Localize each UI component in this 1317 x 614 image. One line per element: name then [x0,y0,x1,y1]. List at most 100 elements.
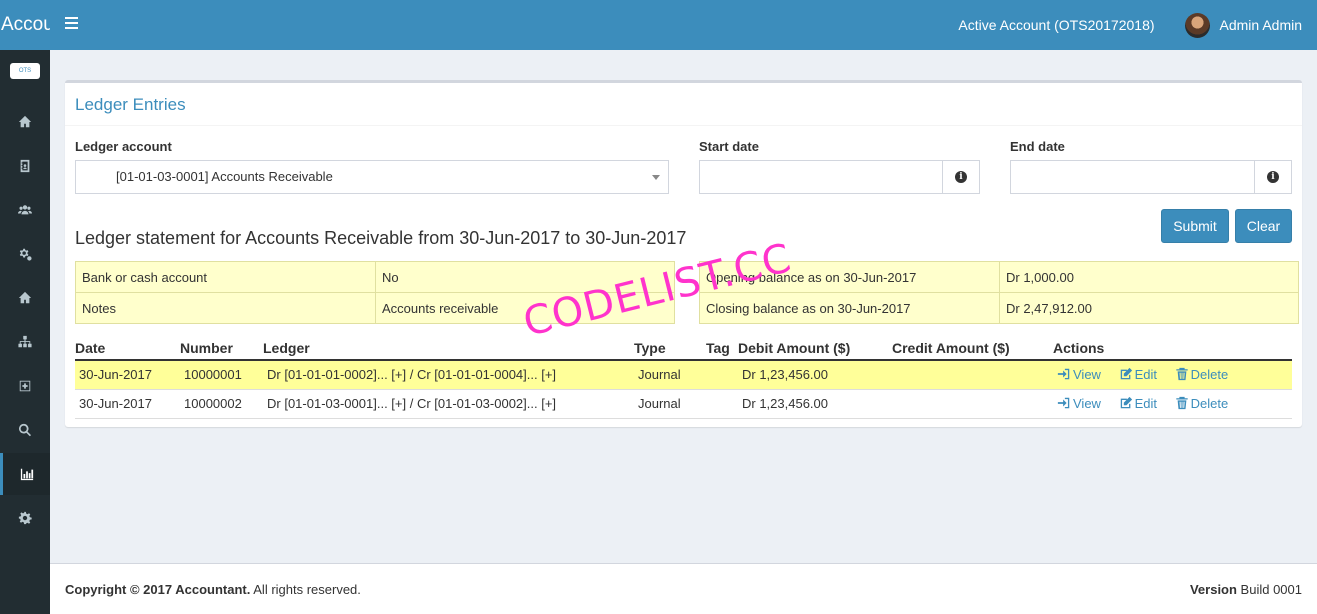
cell-ledger[interactable]: Dr [01-01-01-0002]... [+] / Cr [01-01-01… [263,360,634,390]
sidebar-item-add[interactable] [0,365,50,407]
summary-label: Closing balance as on 30-Jun-2017 [699,292,1000,324]
app-brand[interactable]: Accountant [0,0,50,50]
cell-type: Journal [634,360,706,390]
delete-link[interactable]: Delete [1175,396,1229,411]
sidebar-item-search[interactable] [0,409,50,451]
company-logo: OTS [10,63,40,79]
home-icon [18,115,32,128]
chevron-down-icon [652,175,660,180]
search-icon [19,423,32,437]
cell-tag [706,360,738,390]
table-row[interactable]: 30-Jun-2017 10000002 Dr [01-01-03-0001].… [75,389,1292,419]
delete-link[interactable]: Delete [1175,367,1229,383]
edit-link[interactable]: Edit [1119,367,1157,382]
navbar-right: Active Account (OTS20172018) Admin Admin [958,0,1302,50]
delete-label: Delete [1190,396,1229,411]
statement-title: Ledger statement for Accounts Receivable… [75,228,687,248]
column-header-ledger: Ledger [263,335,634,361]
trash-icon [1175,368,1188,381]
cell-credit [892,389,1053,419]
cell-credit [892,360,1053,390]
view-label: View [1073,367,1101,383]
version-rest: Build 0001 [1236,582,1302,597]
delete-label: Delete [1190,367,1229,383]
summary-label: Bank or cash account [75,261,376,293]
sidebar-item-settings[interactable] [0,497,50,539]
info-icon: i [1267,171,1279,183]
ledger-entries-box: Ledger Entries Ledger account [01-01-03-… [65,80,1302,427]
plus-square-icon [19,380,31,392]
column-header-date: Date [75,335,180,361]
summary-value: Dr 1,000.00 [999,261,1299,293]
summary-value: Dr 2,47,912.00 [999,292,1299,324]
cell-actions: View Edit Delete [1053,360,1292,390]
footer: Copyright © 2017 Accountant. All rights … [50,563,1317,614]
version: Version Build 0001 [1190,582,1302,597]
column-header-tag: Tag [706,335,738,361]
cell-date: 30-Jun-2017 [75,360,180,390]
sidebar-item-reports[interactable] [0,453,50,495]
ledger-entries-table: Date Number Ledger Type Tag Debit Amount… [75,335,1292,419]
submit-button[interactable]: Submit [1161,209,1229,243]
table-row[interactable]: 30-Jun-2017 10000001 Dr [01-01-01-0002].… [75,360,1292,390]
sign-in-icon [1057,397,1070,409]
cell-actions: View Edit Delete [1053,389,1292,419]
active-account-label[interactable]: Active Account (OTS20172018) [958,17,1154,33]
edit-label: Edit [1134,396,1157,411]
trash-icon [1175,396,1188,410]
ledger-account-select[interactable]: [01-01-03-0001] Accounts Receivable [75,160,669,194]
cell-debit: Dr 1,23,456.00 [738,360,892,390]
view-label: View [1073,396,1101,411]
sidebar-item-home[interactable] [0,277,50,319]
cell-debit: Dr 1,23,456.00 [738,389,892,419]
cell-ledger[interactable]: Dr [01-01-03-0001]... [+] / Cr [01-01-03… [263,389,634,419]
sign-in-icon [1057,369,1070,380]
ledger-account-label: Ledger account [75,139,172,154]
cell-date: 30-Jun-2017 [75,389,180,419]
users-icon [18,205,32,215]
gear-icon [18,511,32,525]
start-date-group: i [699,160,980,194]
start-date-info[interactable]: i [942,161,979,193]
sidebar-item-settings-group[interactable] [0,233,50,275]
column-header-credit: Credit Amount ($) [892,335,1053,361]
top-navbar: Accountant Active Account (OTS20172018) … [0,0,1317,50]
sidebar-toggle-icon[interactable] [60,14,82,36]
table-header-row: Date Number Ledger Type Tag Debit Amount… [75,335,1292,361]
column-header-type: Type [634,335,706,361]
home-icon [18,291,32,304]
copyright: Copyright © 2017 Accountant. All rights … [65,582,361,597]
end-date-info[interactable]: i [1254,161,1291,193]
view-link[interactable]: View [1057,367,1101,382]
clear-button[interactable]: Clear [1235,209,1292,243]
cell-type: Journal [634,389,706,419]
cell-number: 10000002 [180,389,263,419]
summary-row: Closing balance as on 30-Jun-2017 Dr 2,4… [699,292,1299,324]
edit-link[interactable]: Edit [1119,396,1157,411]
view-link[interactable]: View [1057,396,1101,411]
user-name[interactable]: Admin Admin [1220,17,1302,33]
copyright-bold: Copyright © 2017 Accountant. [65,582,251,597]
end-date-input[interactable] [1011,161,1291,193]
column-header-debit: Debit Amount ($) [738,335,892,361]
end-date-group: i [1010,160,1292,194]
cell-number: 10000001 [180,360,263,390]
start-date-label: Start date [699,139,759,154]
cogs-icon [19,248,32,261]
summary-label: Notes [75,292,376,324]
address-book-icon [20,159,30,173]
info-icon: i [955,171,967,183]
sidebar-item-users[interactable] [0,189,50,231]
sidebar-item-hierarchy[interactable] [0,321,50,363]
column-header-number: Number [180,335,263,361]
user-avatar[interactable] [1184,12,1210,38]
sidebar-item-dashboard[interactable] [0,101,50,143]
sidebar-item-accounts[interactable] [0,145,50,187]
sitemap-icon [18,335,32,348]
cell-tag [706,389,738,419]
copyright-rest: All rights reserved. [250,582,361,597]
start-date-input[interactable] [700,161,979,193]
box-divider [65,125,1302,126]
bar-chart-icon [20,468,33,481]
column-header-actions: Actions [1053,335,1292,361]
